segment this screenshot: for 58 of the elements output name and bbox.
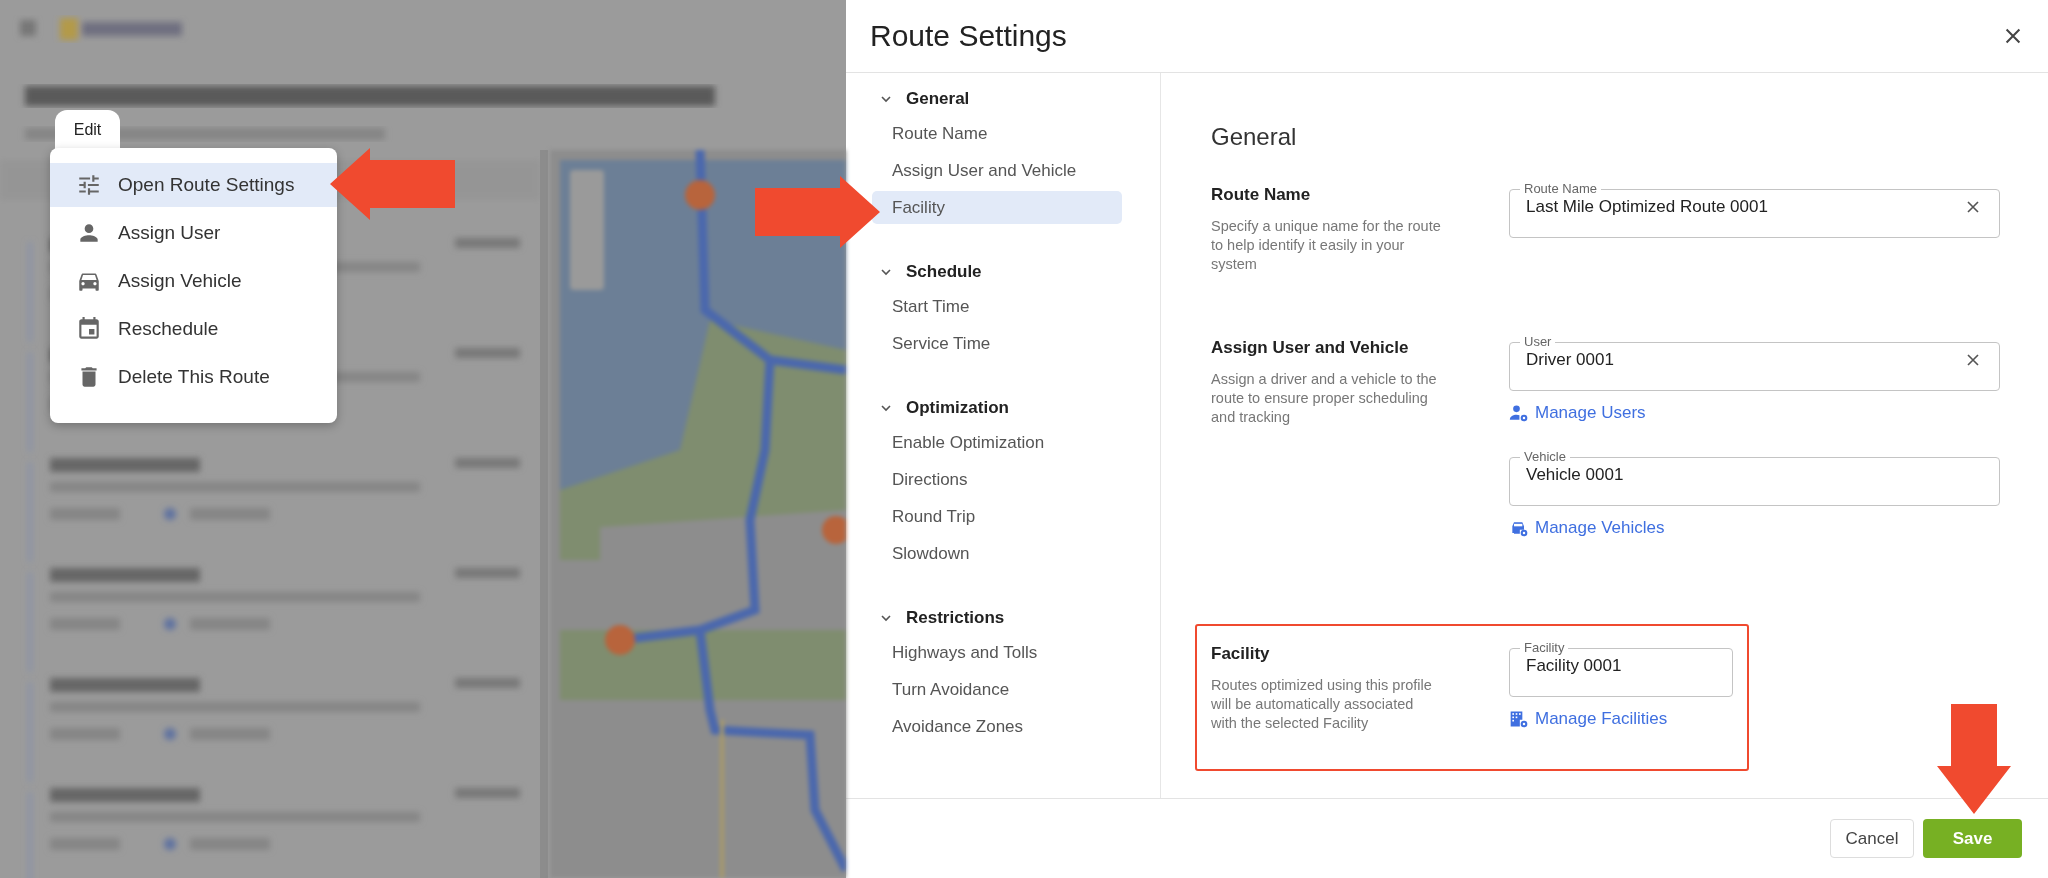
text-field[interactable]: Route Name Last Mile Optimized Route 0001 (1509, 181, 2000, 238)
menu-item-label: Assign Vehicle (118, 270, 242, 292)
field-label: Vehicle (1523, 449, 1567, 465)
chevron-icon (880, 402, 892, 414)
chevron-icon (880, 612, 892, 624)
field-label: Facility (1523, 640, 1566, 656)
menu-item[interactable]: Reschedule (50, 307, 337, 351)
nav-item[interactable]: Round Trip (872, 500, 1122, 533)
nav-item[interactable]: Turn Avoidance (872, 673, 1122, 706)
menu-item[interactable]: Assign Vehicle (50, 259, 337, 303)
setting-description: Routes optimized using this profile will be automatically associated with the selected Facility (1211, 676, 1433, 733)
menu-item-label: Reschedule (118, 318, 219, 340)
nav-item[interactable]: Directions (872, 463, 1122, 496)
text-field[interactable]: User Driver 0001 (1509, 334, 2000, 391)
calendar-icon (76, 316, 102, 342)
setting-description: Assign a driver and a vehicle to the route to ensure proper scheduling and tracking (1211, 370, 1438, 427)
section-heading: General (1211, 123, 1298, 151)
field-label: User (1523, 334, 1553, 350)
nav-item[interactable]: Highways and Tolls (872, 636, 1122, 669)
chevron-icon (880, 93, 892, 105)
menu-item-label: Assign User (118, 222, 221, 244)
cancel-button[interactable]: Cancel (1830, 819, 1914, 858)
nav-item[interactable]: Assign User and Vehicle (872, 154, 1122, 187)
nav-item[interactable]: Enable Optimization (872, 426, 1122, 459)
menu-item-label: Delete This Route (118, 366, 270, 388)
chevron-icon (880, 266, 892, 278)
arrow-icon (1937, 704, 2011, 814)
nav-item[interactable]: Facility (872, 191, 1122, 224)
nav-item[interactable]: Route Name (872, 117, 1122, 150)
setting-description: Specify a unique name for the route to help identify it easily in your system (1211, 217, 1442, 274)
nav-item[interactable]: Avoidance Zones (872, 710, 1122, 743)
setting-title: Assign User and Vehicle (1211, 338, 1410, 358)
sliders-icon (76, 172, 102, 198)
edit-menu-tab[interactable]: Edit (55, 110, 120, 150)
nav-item[interactable]: Service Time (872, 327, 1122, 360)
menu-item[interactable]: Open Route Settings (50, 163, 337, 207)
nav-item[interactable]: Slowdown (872, 537, 1122, 570)
manage-link[interactable]: Manage Vehicles (1509, 516, 2000, 540)
nav-group-header[interactable]: Optimization (880, 394, 1160, 422)
nav-group-header[interactable]: Schedule (880, 258, 1160, 286)
text-field[interactable]: Vehicle Vehicle 0001 (1509, 449, 2000, 506)
panel-title: Route Settings (870, 19, 1067, 53)
manage-link[interactable]: Manage Facilities (1509, 707, 1733, 731)
menu-item-label: Open Route Settings (118, 174, 295, 196)
nav-item[interactable]: Start Time (872, 290, 1122, 323)
nav-group-header[interactable]: General (880, 85, 1160, 113)
menu-item[interactable]: Assign User (50, 211, 337, 255)
menu-item[interactable]: Delete This Route (50, 355, 337, 399)
text-field[interactable]: Facility Facility 0001 (1509, 640, 1733, 697)
arrow-icon (330, 148, 455, 220)
building-gear-icon (1509, 709, 1529, 729)
arrow-icon (755, 176, 880, 248)
manage-link[interactable]: Manage Users (1509, 401, 2000, 425)
setting-title: Route Name (1211, 185, 1312, 205)
setting-title: Facility (1211, 644, 1271, 664)
field-label: Route Name (1523, 181, 1598, 197)
user-gear-icon (1509, 403, 1529, 423)
nav-group-header[interactable]: Restrictions (880, 604, 1160, 632)
